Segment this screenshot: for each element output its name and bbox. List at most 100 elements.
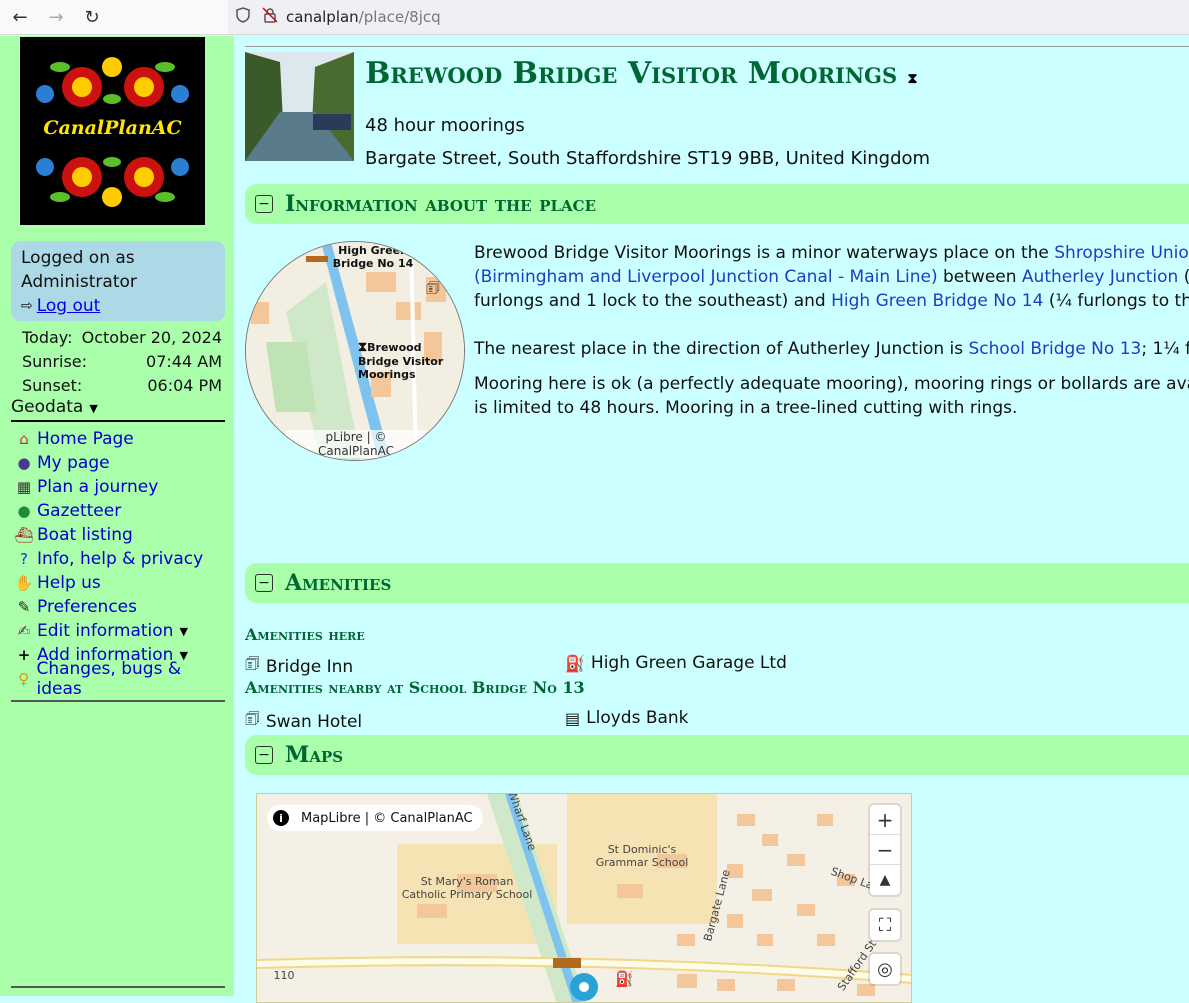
caret-down-icon: ▼ [89,402,98,415]
url-bar[interactable]: canalplan/place/8jcq [228,0,1189,34]
map-attribution[interactable]: i MapLibre | © CanalPlanAC [267,805,483,831]
shield-icon[interactable] [236,7,250,27]
link-autherley-junction[interactable]: Autherley Junction [1022,267,1178,287]
section-title: Maps [285,742,344,768]
login-line-1: Logged on as [21,248,135,268]
map-label-bridge: High Green Bridge No 14 [332,244,414,270]
link-shropshire-union[interactable]: Shropshire Union Ca [1054,243,1189,263]
handshake-icon: ✋ [14,574,34,592]
fuel-icon[interactable]: ⛽ [615,970,634,988]
section-information[interactable]: − Information about the place [245,184,1189,224]
sidebar-item-info-help[interactable]: ? Info, help & privacy [13,547,227,571]
section-title: Amenities [285,570,392,596]
caret-down-icon: ▼ [179,624,188,638]
sidebar-item-label: Gazetteer [37,501,122,521]
collapse-icon[interactable]: − [255,574,273,592]
sidebar-item-label: Edit information [37,621,174,641]
sidebar-item-label: Changes, bugs & ideas [36,659,182,699]
amenity-item[interactable]: ▤ Lloyds Bank [565,708,689,728]
reload-icon[interactable]: ↻ [79,5,105,29]
sidebar: CanalPlanAC Logged on as Administrator ⇨… [0,36,234,996]
sidebar-item-label: Preferences [37,597,137,617]
canalplan-logo[interactable]: CanalPlanAC [20,37,205,225]
insecure-lock-icon[interactable] [262,6,278,28]
sidebar-item-my-page[interactable]: ● My page [13,451,227,475]
place-photo[interactable] [245,52,354,161]
zoom-in-button[interactable]: + [870,805,900,835]
compass-button[interactable]: ▲ [870,865,900,895]
pub-icon: 🗊 [245,654,260,673]
geodata-dropdown[interactable]: Geodata ▼ [11,397,225,422]
geolocate-control: ◎ [870,954,900,984]
amenity-item[interactable]: 🗊 Swan Hotel [245,708,362,735]
sidebar-item-changes-bugs[interactable]: ♀ Changes, bugs & ideas [13,659,227,699]
sidebar-item-edit-information[interactable]: ✍ Edit information ▼ [13,619,227,643]
edit-icon: ✍ [17,622,31,640]
login-user: Administrator [21,272,137,292]
plus-icon: + [17,646,31,664]
mooring-icon: ⧗ [907,71,918,87]
section-amenities[interactable]: − Amenities [245,563,1189,603]
zoom-out-button[interactable]: − [870,835,900,865]
logout-icon[interactable]: ⇨ [21,294,33,318]
map-label-st-marys: St Mary's Roman Catholic Primary School [401,875,533,901]
login-status: Logged on as Administrator ⇨ Log out [11,241,225,321]
sidebar-item-plan-journey[interactable]: ▦ Plan a journey [13,475,227,499]
home-icon: ⌂ [19,430,29,448]
geolocate-button[interactable]: ◎ [870,954,900,984]
info-icon[interactable]: i [273,810,289,826]
section-title: Information about the place [285,191,597,217]
link-high-green-bridge[interactable]: High Green Bridge No 14 [831,291,1043,311]
logo-text: CanalPlanAC [43,117,182,139]
sunrise-value: 07:44 AM [146,352,222,371]
sunrise-label: Sunrise: [22,352,88,371]
sun-info: Today: October 20, 2024 Sunrise: 07:44 AM … [22,326,222,398]
sidebar-item-boat-listing[interactable]: ⛴ Boat listing [13,523,227,547]
amenity-item[interactable]: ⛽ High Green Garage Ltd [565,653,787,673]
sidebar-menu: ⌂ Home Page ● My page ▦ Plan a journey ● Gaz… [13,427,227,699]
fuel-icon: ⛽ [565,653,585,673]
main-content: Brewood Bridge Visitor Moorings ⧗ 48 hou… [234,36,1189,1003]
mooring-icon: ⧗ [358,340,368,355]
mini-map[interactable]: High Green Bridge No 14 ⧗Brewood Bridge … [245,241,465,461]
logout-link[interactable]: Log out [37,294,101,318]
attribution-text: MapLibre | © CanalPlanAC [301,810,473,826]
map-attribution: pLibre | © CanalPlanAC [286,430,426,458]
collapse-icon[interactable]: − [255,195,273,213]
sidebar-item-preferences[interactable]: ✎ Preferences [13,595,227,619]
globe-icon: ● [17,502,31,520]
back-icon[interactable]: ← [7,5,33,29]
bank-icon: ▤ [565,708,581,728]
url-text[interactable]: canalplan/place/8jcq [286,8,441,26]
lightbulb-icon: ♀ [18,670,30,688]
fullscreen-button[interactable]: ⛶ [870,910,900,940]
question-icon: ? [20,550,28,568]
section-maps[interactable]: − Maps [245,735,1189,775]
fullscreen-control: ⛶ [870,910,900,940]
link-canal-section[interactable]: (Birmingham and Liverpool Junction Canal… [474,267,938,287]
sidebar-item-help-us[interactable]: ✋ Help us [13,571,227,595]
link-school-bridge[interactable]: School Bridge No 13 [969,339,1142,359]
interactive-map[interactable]: i MapLibre | © CanalPlanAC Wharf Lane St… [256,793,912,1003]
sidebar-item-label: My page [37,453,110,473]
zoom-controls: + − ▲ [870,805,900,895]
sidebar-divider [11,700,225,702]
pub-icon[interactable]: 🗊 [426,278,440,303]
description-para-3: Mooring here is ok (a perfectly adequate… [474,374,1189,418]
forward-icon[interactable]: → [43,5,69,29]
map-label-st-dominics: St Dominic's Grammar School [595,843,689,869]
map-label-contour: 110 [273,969,295,982]
collapse-icon[interactable]: − [255,746,273,764]
place-address: Bargate Street, South Staffordshire ST19… [365,148,931,169]
today-label: Today: [22,328,73,347]
amenity-item[interactable]: 🗊 Bridge Inn [245,653,353,680]
divider [245,46,1189,47]
sunset-label: Sunset: [22,376,83,395]
description-para-1: Brewood Bridge Visitor Moorings is a min… [474,241,1189,313]
sidebar-item-label: Help us [37,573,101,593]
sidebar-item-label: Home Page [37,429,134,449]
sidebar-item-home[interactable]: ⌂ Home Page [13,427,227,451]
amenities-nearby-heading: Amenities nearby at School Bridge No 13 [245,678,585,697]
sidebar-item-gazetteer[interactable]: ● Gazetteer [13,499,227,523]
sidebar-item-label: Info, help & privacy [37,549,204,569]
